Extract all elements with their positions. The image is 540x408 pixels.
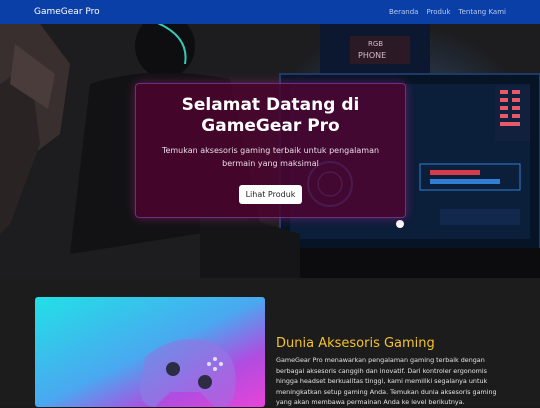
feature-section: Dunia Aksesoris Gaming GameGear Pro mena… [0, 278, 540, 407]
svg-text:RGB: RGB [368, 40, 383, 48]
navbar: GameGear Pro Beranda Produk Tentang Kami [0, 0, 540, 24]
nav-link-beranda[interactable]: Beranda [389, 8, 418, 16]
hero-section: RGB PHONE Selamat Datang di GameGear Pro… [0, 24, 540, 278]
feature-title: Dunia Aksesoris Gaming [276, 336, 435, 351]
nav-links: Beranda Produk Tentang Kami [389, 8, 506, 16]
nav-link-tentang-kami[interactable]: Tentang Kami [459, 8, 507, 16]
feature-description: GameGear Pro menawarkan pengalaman gamin… [276, 356, 497, 406]
controller-image [35, 297, 265, 407]
monitor-text: PHONE [358, 51, 386, 60]
view-products-button[interactable]: Lihat Produk [238, 185, 303, 204]
brand-logo[interactable]: GameGear Pro [34, 7, 100, 17]
nav-link-produk[interactable]: Produk [426, 8, 450, 16]
hero-subtitle: Temukan aksesoris gaming terbaik untuk p… [161, 146, 380, 168]
hero-card: Selamat Datang di GameGear Pro Temukan a… [135, 83, 406, 218]
hero-title: Selamat Datang di GameGear Pro [181, 95, 360, 136]
